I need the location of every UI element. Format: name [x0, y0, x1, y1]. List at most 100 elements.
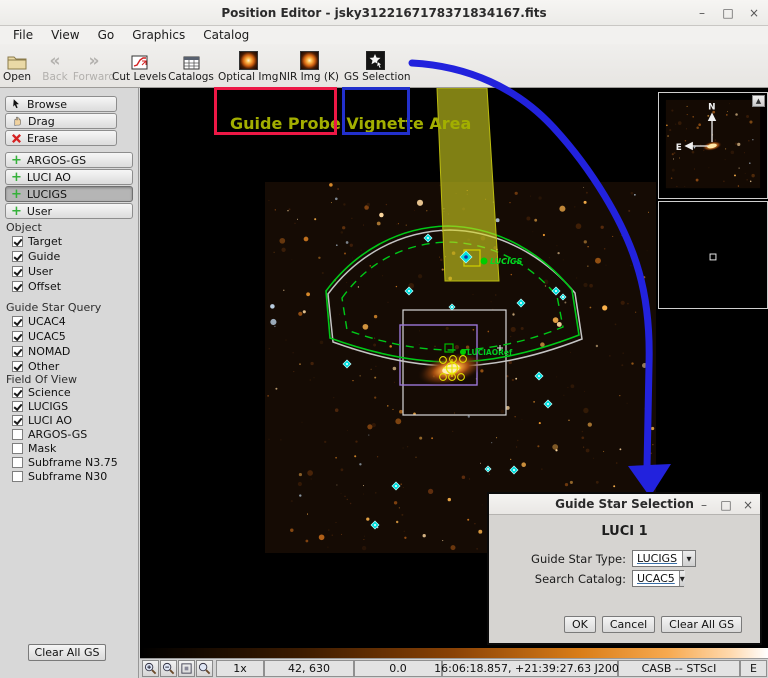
forward-button[interactable]: » Forward: [72, 46, 116, 86]
minimize-icon[interactable]: –: [696, 6, 708, 20]
window-title: Position Editor - jsky312216717837183416…: [221, 6, 546, 20]
window-controls: – □ ×: [696, 0, 760, 26]
zoom-window[interactable]: [658, 201, 768, 309]
checkbox-mask[interactable]: Mask: [12, 441, 56, 455]
checkbox[interactable]: [12, 266, 23, 277]
gs-selection-button[interactable]: GS Selection: [344, 46, 406, 86]
menu-graphics[interactable]: Graphics: [123, 28, 194, 42]
close-icon[interactable]: ×: [742, 498, 754, 512]
cancel-button[interactable]: Cancel: [602, 616, 655, 633]
checkbox[interactable]: [12, 331, 23, 342]
clear-all-gs-sidebar-button[interactable]: Clear All GS: [28, 644, 106, 661]
zoom-level-readout: 1x: [216, 660, 264, 677]
checkbox-other[interactable]: Other: [12, 359, 59, 373]
minimize-icon[interactable]: –: [698, 498, 710, 512]
intensity-colorbar[interactable]: [140, 648, 768, 658]
menu-bar: File View Go Graphics Catalog: [0, 26, 768, 44]
clear-all-gs-button[interactable]: Clear All GS: [661, 616, 742, 633]
checkbox-argos-gs-fov[interactable]: ARGOS-GS: [12, 427, 87, 441]
cut-levels-button[interactable]: Cut Levels: [112, 46, 166, 86]
chevron-down-icon: ▼: [679, 571, 685, 586]
zoom-fit-button[interactable]: [178, 660, 195, 677]
nir-img-button[interactable]: NIR Img (K): [279, 46, 339, 86]
guide-star-type-row: Guide Star Type: LUCIGS ▼: [489, 550, 760, 567]
checkbox-target[interactable]: Target: [12, 234, 62, 248]
add-lucigs-button[interactable]: + LUCIGS: [5, 186, 133, 202]
menu-file[interactable]: File: [4, 28, 42, 42]
checkbox-science[interactable]: Science: [12, 385, 71, 399]
checkbox-ucac5[interactable]: UCAC5: [12, 329, 66, 343]
checkbox-guide[interactable]: Guide: [12, 249, 60, 263]
sidebar: Browse Drag Erase + ARGOS-GS + LUCI AO +…: [0, 88, 139, 678]
pixel-value-readout: 0.0: [354, 660, 442, 677]
maximize-icon[interactable]: □: [722, 6, 734, 20]
compass-north-label: N: [708, 103, 715, 113]
dialog-title: Guide Star Selection: [555, 497, 694, 511]
add-argos-gs-button[interactable]: + ARGOS-GS: [5, 152, 133, 168]
checkbox[interactable]: [12, 415, 23, 426]
checkbox[interactable]: [12, 316, 23, 327]
guide-star-type-label: Guide Star Type:: [531, 552, 626, 566]
survey-readout: CASB -- STScI: [618, 660, 740, 677]
cursor-arrow-icon: [11, 98, 22, 110]
checkbox[interactable]: [12, 401, 23, 412]
chevron-right-icon: »: [72, 46, 116, 70]
collapse-triangle-icon[interactable]: ▲: [752, 95, 765, 107]
red-x-icon: [11, 133, 22, 144]
guide-star-type-select[interactable]: LUCIGS ▼: [632, 550, 696, 567]
checkbox-luci-ao-fov[interactable]: LUCI AO: [12, 413, 72, 427]
menu-catalog[interactable]: Catalog: [194, 28, 258, 42]
dialog-title-bar: Guide Star Selection – □ ×: [489, 494, 760, 515]
magnifier-button[interactable]: [196, 660, 213, 677]
browse-tool-button[interactable]: Browse: [5, 96, 117, 112]
checkbox[interactable]: [12, 387, 23, 398]
checkbox-subframe-n375[interactable]: Subframe N3.75: [12, 455, 118, 469]
plus-icon: +: [11, 206, 22, 217]
ok-button[interactable]: OK: [564, 616, 596, 633]
compass-east-label: E: [676, 143, 682, 153]
add-user-button[interactable]: + User: [5, 203, 133, 219]
add-luci-ao-button[interactable]: + LUCI AO: [5, 169, 133, 185]
plus-icon: +: [11, 155, 22, 166]
checkbox[interactable]: [12, 281, 23, 292]
menu-go[interactable]: Go: [89, 28, 124, 42]
hand-icon: [11, 115, 23, 127]
checkbox-subframe-n30[interactable]: Subframe N30: [12, 469, 107, 483]
checkbox[interactable]: [12, 471, 23, 482]
maximize-icon[interactable]: □: [720, 498, 732, 512]
zoom-in-button[interactable]: [142, 660, 159, 677]
menu-view[interactable]: View: [42, 28, 88, 42]
nir-image-icon: [300, 51, 319, 70]
checkbox-offset[interactable]: Offset: [12, 279, 61, 293]
pan-window[interactable]: ▲ N E: [658, 92, 768, 199]
optical-img-button[interactable]: Optical Img: [218, 46, 278, 86]
checkbox[interactable]: [12, 236, 23, 247]
luci-ao-label: LUCIAORef: [467, 348, 513, 357]
back-button[interactable]: « Back: [38, 46, 72, 86]
zoom-out-button[interactable]: [160, 660, 177, 677]
position-editor-window: Position Editor - jsky312216717837183416…: [0, 0, 768, 678]
checkbox[interactable]: [12, 346, 23, 357]
checkbox-lucigs-fov[interactable]: LUCIGS: [12, 399, 68, 413]
checkbox[interactable]: [12, 443, 23, 454]
checkbox-nomad[interactable]: NOMAD: [12, 344, 70, 358]
close-icon[interactable]: ×: [748, 6, 760, 20]
checkbox[interactable]: [12, 429, 23, 440]
catalogs-button[interactable]: Catalogs: [166, 46, 216, 86]
dialog-heading: LUCI 1: [489, 524, 760, 539]
drag-tool-button[interactable]: Drag: [5, 113, 117, 129]
zoom-cursor-box: [710, 254, 716, 260]
pan-scene: N E: [659, 93, 767, 198]
vignette-annotation: Guide Probe Vignette Area: [230, 114, 471, 133]
search-catalog-select[interactable]: UCAC5 ▼: [632, 570, 684, 587]
checkbox[interactable]: [12, 251, 23, 262]
open-button[interactable]: Open: [2, 46, 32, 86]
gs-selection-icon: [344, 46, 406, 70]
checkbox[interactable]: [12, 457, 23, 468]
erase-tool-button[interactable]: Erase: [5, 130, 117, 146]
dialog-window-controls: – □ ×: [698, 494, 754, 515]
checkbox[interactable]: [12, 361, 23, 372]
checkbox-user[interactable]: User: [12, 264, 53, 278]
checkbox-ucac4[interactable]: UCAC4: [12, 314, 66, 328]
wcs-coords-readout: 16:06:18.857, +21:39:27.63 J2000: [442, 660, 618, 677]
